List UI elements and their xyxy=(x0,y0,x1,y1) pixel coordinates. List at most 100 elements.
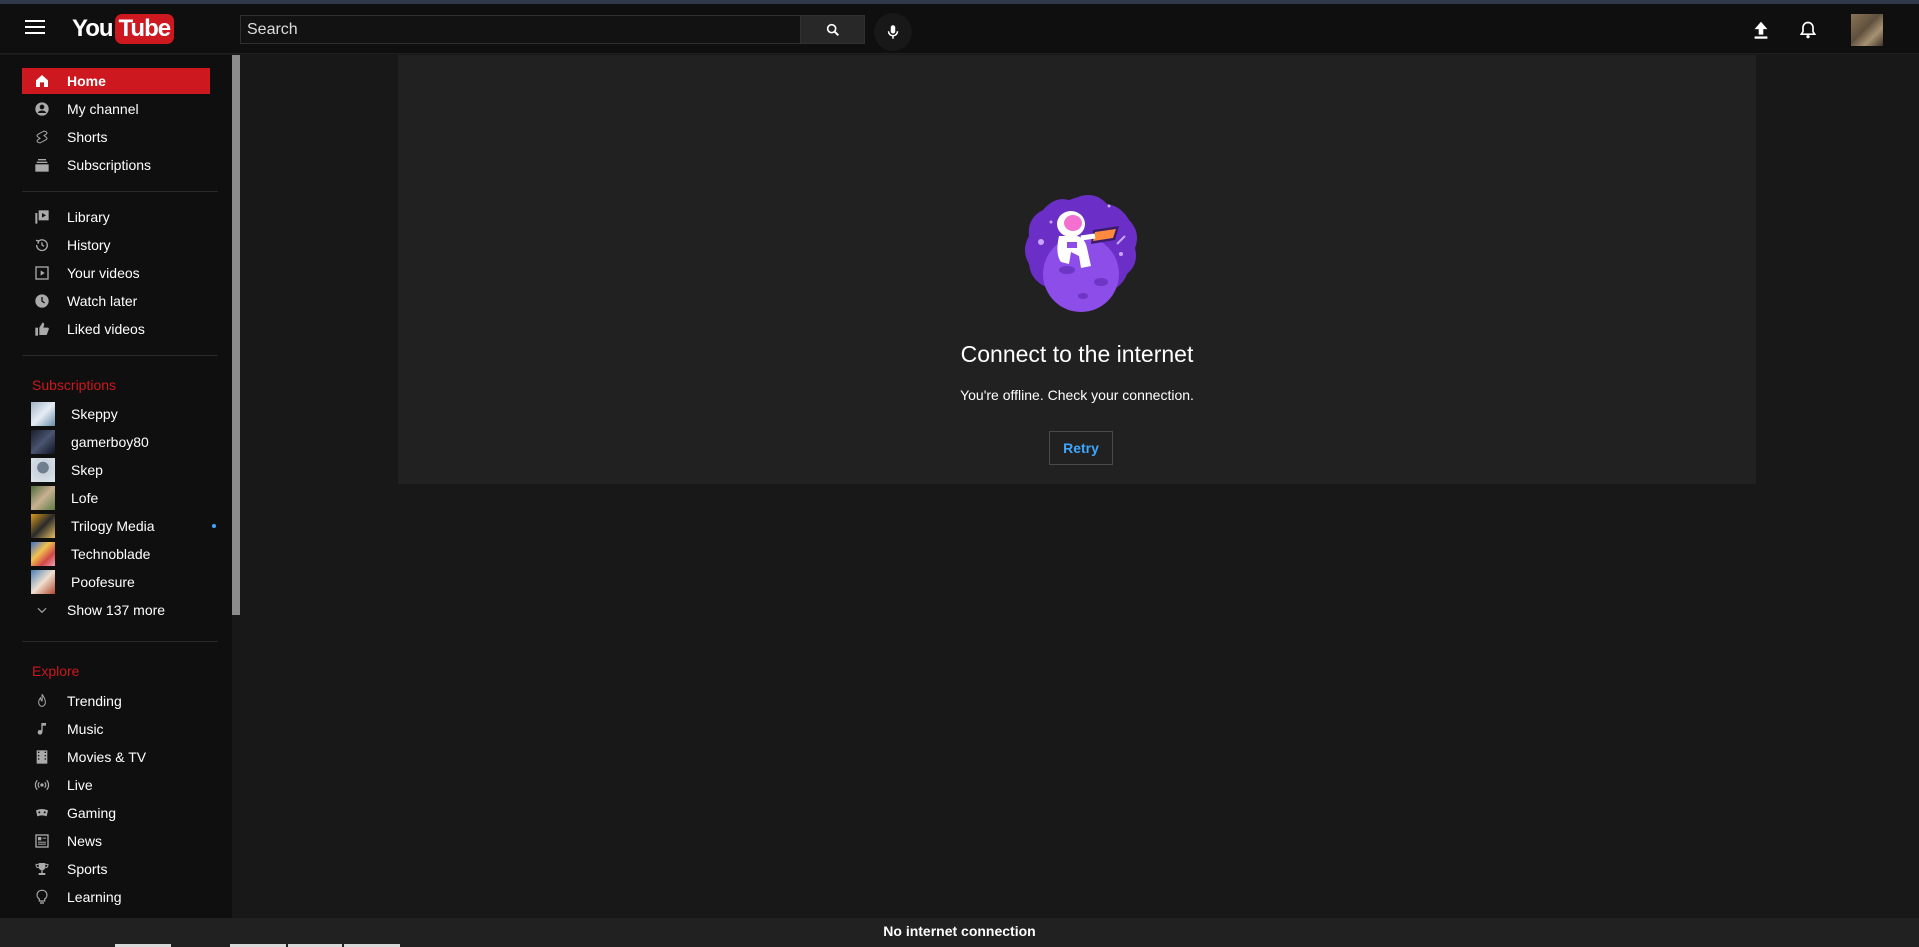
sidebar-item-label: Movies & TV xyxy=(67,749,147,765)
sidebar-item-label: Home xyxy=(67,73,106,89)
sidebar-item-sports[interactable]: Sports xyxy=(22,856,210,882)
sidebar-item-label: Liked videos xyxy=(67,321,145,337)
channel-name: Trilogy Media xyxy=(71,518,155,534)
sidebar-item-label: Trending xyxy=(67,693,122,709)
menu-icon[interactable] xyxy=(22,16,48,42)
sidebar-item-label: Your videos xyxy=(67,265,140,281)
sidebar-item-my-channel[interactable]: My channel xyxy=(22,96,210,122)
chevron-down-icon xyxy=(32,600,52,620)
channel-name: Technoblade xyxy=(71,546,151,562)
sidebar-item-label: Live xyxy=(67,777,93,793)
channel-avatar xyxy=(31,542,55,566)
notifications-icon[interactable] xyxy=(1795,17,1821,43)
sidebar-item-label: Subscriptions xyxy=(67,157,152,173)
sidebar-divider xyxy=(22,191,218,192)
subscription-item[interactable]: Skeppy xyxy=(22,401,210,427)
explore-section-title: Explore xyxy=(32,663,80,679)
search-icon xyxy=(826,23,839,36)
watch-later-icon xyxy=(32,291,52,311)
music-icon xyxy=(32,719,52,739)
offline-message: You're offline. Check your connection. xyxy=(960,387,1194,403)
sidebar-item-watch-later[interactable]: Watch later xyxy=(22,288,210,314)
sidebar-item-learning[interactable]: Learning xyxy=(22,884,210,910)
new-content-dot xyxy=(212,524,216,528)
upload-icon[interactable] xyxy=(1748,17,1774,43)
library-icon xyxy=(32,207,52,227)
sidebar-scrollbar[interactable] xyxy=(232,55,240,615)
sidebar-divider xyxy=(22,641,218,642)
show-more-label: Show 137 more xyxy=(67,602,166,618)
sidebar-item-subscriptions[interactable]: Subscriptions xyxy=(22,152,210,178)
subscription-item[interactable]: Trilogy Media xyxy=(22,513,216,539)
sidebar-item-label: History xyxy=(67,237,111,253)
channel-name: Skeppy xyxy=(71,406,118,422)
gaming-icon xyxy=(32,803,52,823)
show-more-button[interactable]: Show 137 more xyxy=(22,597,210,623)
astronaut-illustration xyxy=(1025,195,1137,312)
sidebar-item-label: Shorts xyxy=(67,129,108,145)
trending-icon xyxy=(32,691,52,711)
channel-avatar xyxy=(31,402,55,426)
news-icon xyxy=(32,831,52,851)
sidebar-item-news[interactable]: News xyxy=(22,828,210,854)
connection-status-bar: No internet connection xyxy=(0,918,1919,947)
sidebar-item-label: Music xyxy=(67,721,104,737)
retry-button[interactable]: Retry xyxy=(1049,431,1113,465)
movies-icon xyxy=(32,747,52,767)
youtube-logo[interactable]: You Tube xyxy=(72,14,175,44)
liked-icon xyxy=(32,319,52,339)
search-input[interactable]: Search xyxy=(240,15,800,44)
logo-tube-text: Tube xyxy=(114,14,175,44)
subscription-item[interactable]: Lofe xyxy=(22,485,210,511)
sidebar-item-trending[interactable]: Trending xyxy=(22,688,210,714)
voice-search-button[interactable] xyxy=(874,13,912,51)
your-videos-icon xyxy=(32,263,52,283)
channel-name: Lofe xyxy=(71,490,99,506)
channel-name: Poofesure xyxy=(71,574,135,590)
live-icon xyxy=(32,775,52,795)
sidebar-item-label: News xyxy=(67,833,103,849)
sidebar-item-gaming[interactable]: Gaming xyxy=(22,800,210,826)
channel-name: Skep xyxy=(71,462,103,478)
trophy-icon xyxy=(32,859,52,879)
account-avatar[interactable] xyxy=(1851,14,1883,46)
sidebar-item-label: Gaming xyxy=(67,805,117,821)
channel-avatar xyxy=(31,486,55,510)
masthead: You Tube Search xyxy=(0,4,1919,54)
channel-avatar xyxy=(31,570,55,594)
channel-avatar xyxy=(31,514,55,538)
sidebar-item-label: Library xyxy=(67,209,110,225)
sidebar-item-your-videos[interactable]: Your videos xyxy=(22,260,210,286)
offline-title: Connect to the internet xyxy=(960,341,1194,367)
account-icon xyxy=(32,99,52,119)
sidebar-divider xyxy=(22,355,218,356)
mic-icon xyxy=(887,25,899,39)
sidebar-item-label: Watch later xyxy=(67,293,138,309)
subscription-item[interactable]: Poofesure xyxy=(22,569,210,595)
sidebar-item-home[interactable]: Home xyxy=(22,68,210,94)
channel-avatar xyxy=(31,458,55,482)
logo-you-text: You xyxy=(72,15,114,42)
subscription-item[interactable]: Technoblade xyxy=(22,541,210,567)
sidebar-item-liked-videos[interactable]: Liked videos xyxy=(22,316,210,342)
shorts-icon xyxy=(32,127,52,147)
sidebar: Home My channel Shorts Subscriptions Lib… xyxy=(0,55,240,918)
channel-name: gamerboy80 xyxy=(71,434,149,450)
sidebar-item-library[interactable]: Library xyxy=(22,204,210,230)
home-icon xyxy=(32,71,52,91)
sidebar-item-history[interactable]: History xyxy=(22,232,210,258)
subscription-item[interactable]: Skep xyxy=(22,457,210,483)
sidebar-item-label: My channel xyxy=(67,101,139,117)
subscription-item[interactable]: gamerboy80 xyxy=(22,429,210,455)
sidebar-item-music[interactable]: Music xyxy=(22,716,210,742)
history-icon xyxy=(32,235,52,255)
lightbulb-icon xyxy=(32,887,52,907)
sidebar-item-label: Learning xyxy=(67,889,122,905)
sidebar-item-live[interactable]: Live xyxy=(22,772,210,798)
sidebar-item-shorts[interactable]: Shorts xyxy=(22,124,210,150)
subscriptions-icon xyxy=(32,155,52,175)
channel-avatar xyxy=(31,430,55,454)
sidebar-item-label: Sports xyxy=(67,861,108,877)
sidebar-item-movies-tv[interactable]: Movies & TV xyxy=(22,744,210,770)
search-button[interactable] xyxy=(800,15,865,44)
